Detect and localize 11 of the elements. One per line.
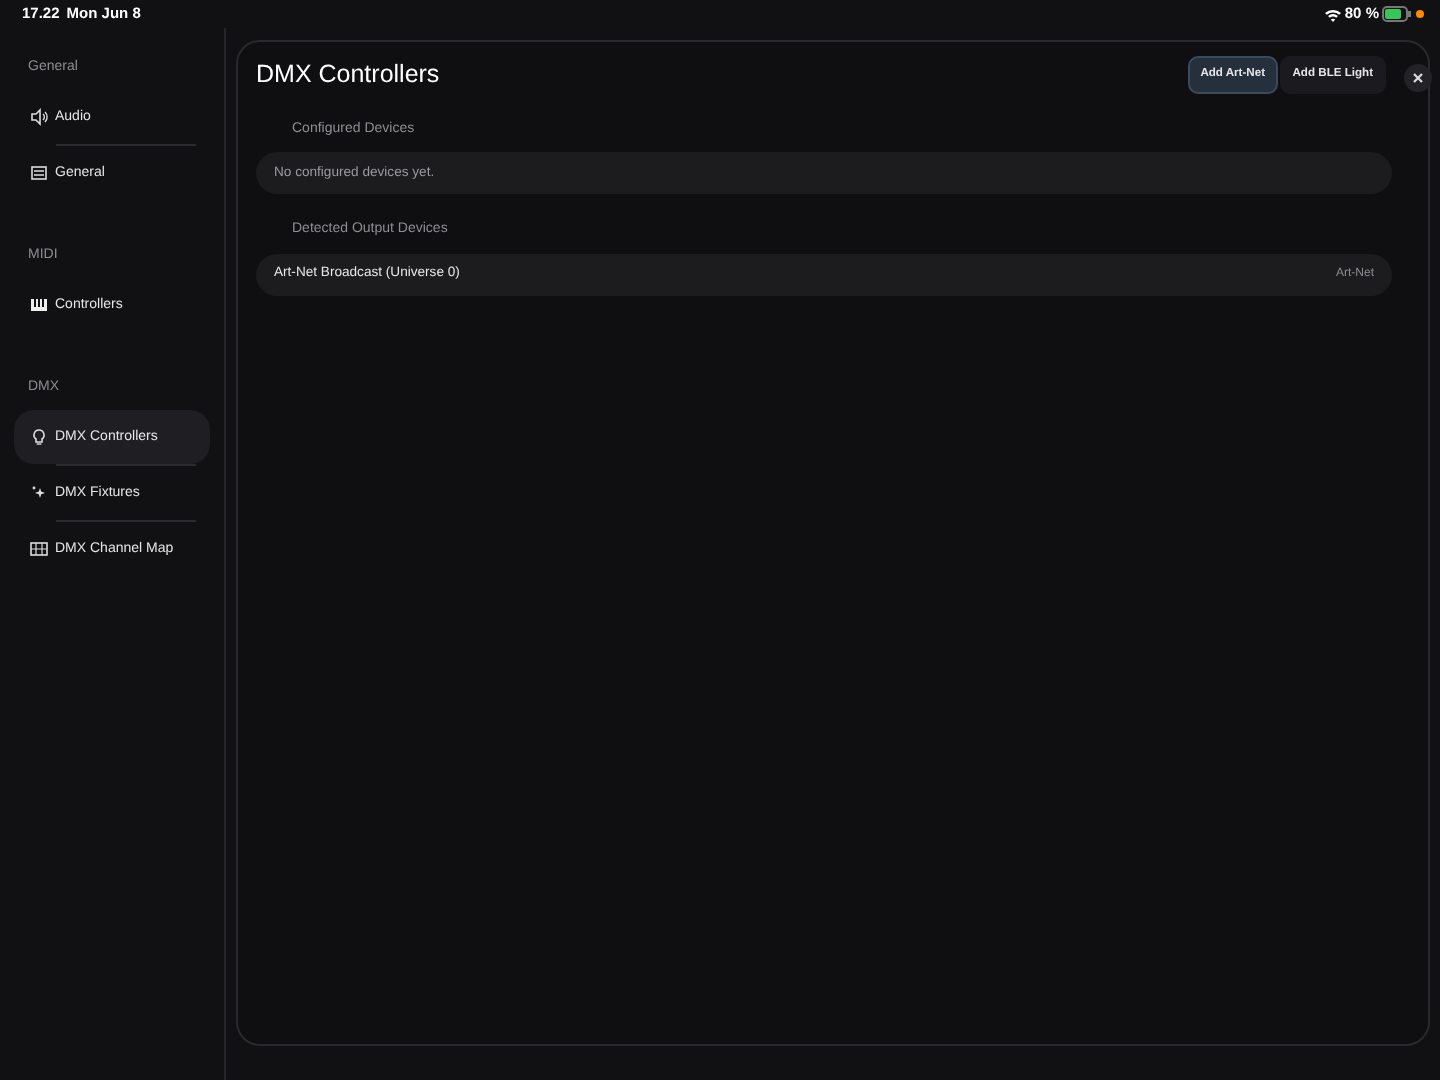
- speaker-icon: [30, 108, 48, 126]
- lightbulb-icon: [30, 428, 48, 446]
- list-icon: [30, 164, 48, 182]
- grid-icon: [30, 540, 48, 558]
- battery-icon: [1382, 6, 1413, 22]
- close-icon: [1412, 72, 1424, 84]
- piano-keys-icon: [30, 296, 48, 314]
- recording-dot-icon: [1416, 10, 1424, 18]
- page-title: DMX Controllers: [256, 58, 440, 92]
- wifi-icon: [1323, 7, 1342, 21]
- sparkle-icon: [30, 484, 48, 502]
